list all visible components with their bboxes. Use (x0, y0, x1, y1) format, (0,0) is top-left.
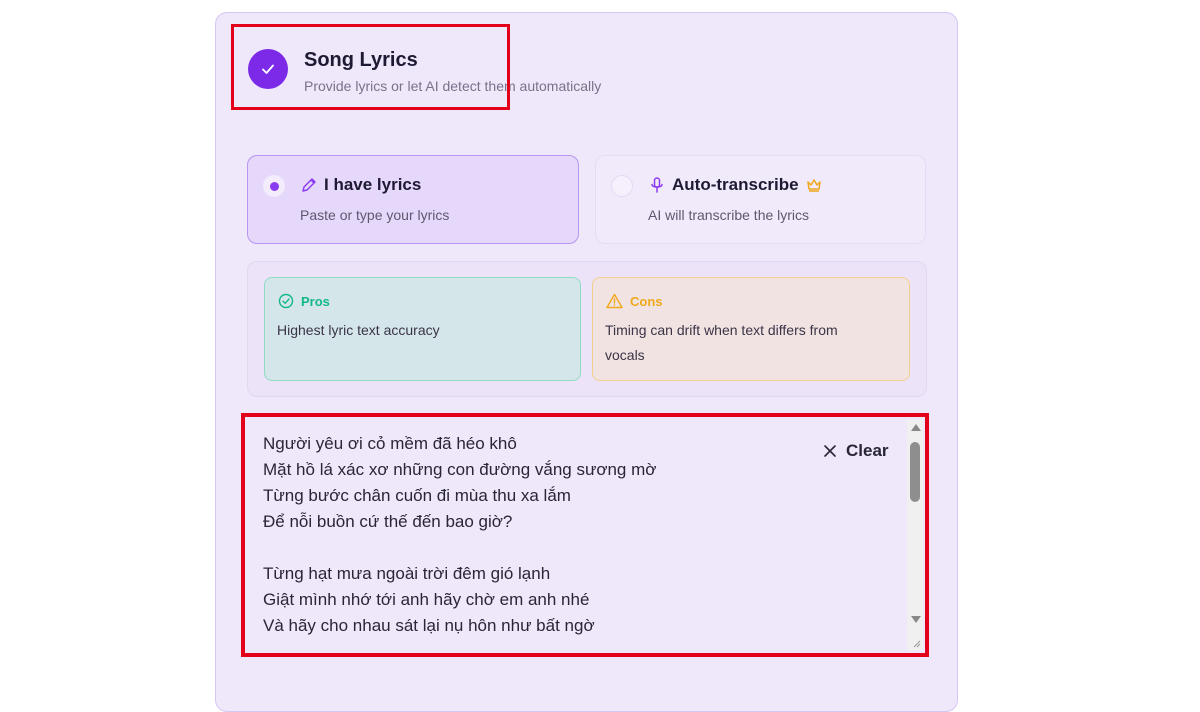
crown-icon (806, 179, 821, 192)
header-highlight-box (231, 24, 510, 110)
lyrics-highlight-box (241, 413, 929, 657)
option-auto-transcribe[interactable] (595, 155, 926, 244)
pencil-icon (302, 178, 316, 192)
cons-heading: Cons (606, 293, 663, 309)
cons-text-line-2: vocals (605, 347, 645, 363)
cons-text: Timing can drift when text differs from … (605, 318, 838, 368)
microphone-icon (651, 177, 663, 193)
option-i-have-lyrics[interactable] (247, 155, 579, 244)
radio-auto-transcribe[interactable] (611, 175, 633, 197)
option-i-have-lyrics-label: I have lyrics (324, 175, 422, 194)
warning-icon (606, 293, 623, 309)
pros-heading: Pros (278, 293, 330, 309)
option-auto-transcribe-description: AI will transcribe the lyrics (648, 207, 810, 223)
pros-text: Highest lyric text accuracy (277, 322, 440, 338)
check-circle-icon (278, 293, 294, 309)
option-auto-transcribe-title: Auto-transcribe (648, 175, 823, 195)
radio-i-have-lyrics[interactable] (263, 175, 285, 197)
option-i-have-lyrics-title: I have lyrics (300, 175, 421, 195)
option-auto-transcribe-label: Auto-transcribe (672, 175, 799, 194)
cons-text-line-1: Timing can drift when text differs from (605, 322, 838, 338)
cons-heading-label: Cons (630, 293, 663, 309)
option-i-have-lyrics-description: Paste or type your lyrics (300, 207, 450, 223)
pros-heading-label: Pros (301, 293, 330, 309)
